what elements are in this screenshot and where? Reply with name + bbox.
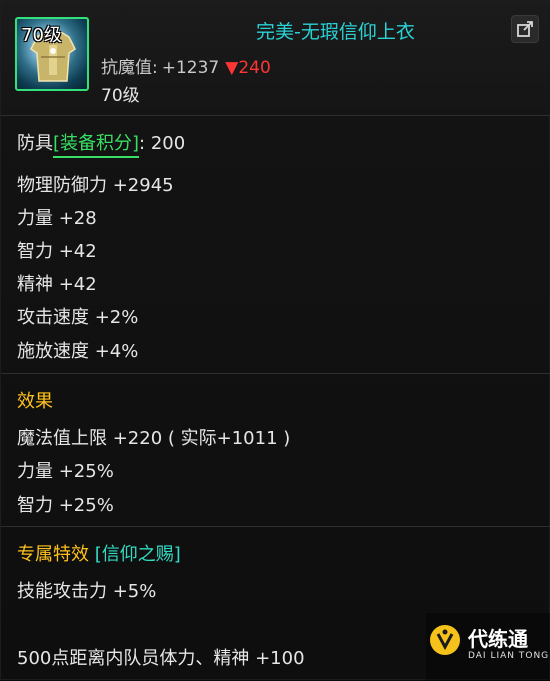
exclusive-effect-title: 专属特效: [17, 544, 89, 565]
magic-resist-diff-value: 240: [238, 58, 271, 78]
exclusive-effect-line: 技能攻击力 +5%: [17, 581, 157, 602]
share-button[interactable]: [511, 15, 539, 43]
header-divider: [1, 115, 550, 116]
stats-divider: [1, 373, 550, 374]
item-level-text: 70级: [101, 86, 140, 106]
magic-resist-label: 抗魔值:: [101, 58, 158, 78]
watermark: 代练通 DAI LIAN TONG: [426, 613, 550, 681]
exclusive-effect-header: 专属特效 [信仰之赐]: [17, 540, 181, 566]
magic-resist-diff: ▼240: [225, 58, 271, 78]
stat-line: 力量 +28: [17, 208, 97, 229]
share-icon: [517, 21, 533, 37]
effects-title: 效果: [17, 391, 53, 412]
daliantong-logo-icon: [430, 625, 460, 655]
exclusive-effect-line: 500点距离内队员体力、精神 +100: [17, 648, 305, 669]
gear-score-link[interactable]: [装备积分]: [53, 133, 140, 158]
item-name: 完美-无瑕信仰上衣: [256, 21, 415, 43]
stat-line: 智力 +42: [17, 241, 97, 262]
decrease-arrow-icon: ▼: [225, 58, 239, 78]
stat-line: 攻击速度 +2%: [17, 307, 139, 328]
item-level-badge: 70级: [21, 25, 62, 46]
effects-divider: [1, 526, 550, 527]
tooltip-header: 70级 完美-无瑕信仰上衣 抗魔值: +1237 ▼240 70级: [1, 1, 550, 115]
watermark-title: 代练通: [468, 627, 528, 651]
stat-line: 精神 +42: [17, 274, 97, 295]
item-tooltip-panel: 70级 完美-无瑕信仰上衣 抗魔值: +1237 ▼240 70级 防具[装备积分]…: [0, 0, 550, 681]
gear-score-value: : 200: [139, 133, 186, 154]
exclusive-effect-link[interactable]: [信仰之赐]: [95, 544, 181, 565]
armor-type-label: 防具: [17, 133, 53, 154]
effect-line: 智力 +25%: [17, 495, 114, 516]
effect-line: 力量 +25%: [17, 461, 114, 482]
magic-resist-value: +1237: [161, 58, 220, 78]
stat-line: 物理防御力 +2945: [17, 175, 174, 196]
magic-resist-row: 抗魔值: +1237 ▼240: [101, 53, 271, 78]
item-icon-frame[interactable]: 70级: [15, 17, 89, 91]
stat-line: 施放速度 +4%: [17, 341, 139, 362]
effect-line: 魔法值上限 +220 ( 实际+1011 ): [17, 428, 291, 449]
watermark-subtitle: DAI LIAN TONG: [468, 651, 550, 661]
armor-score-row: 防具[装备积分]: 200: [17, 129, 186, 158]
